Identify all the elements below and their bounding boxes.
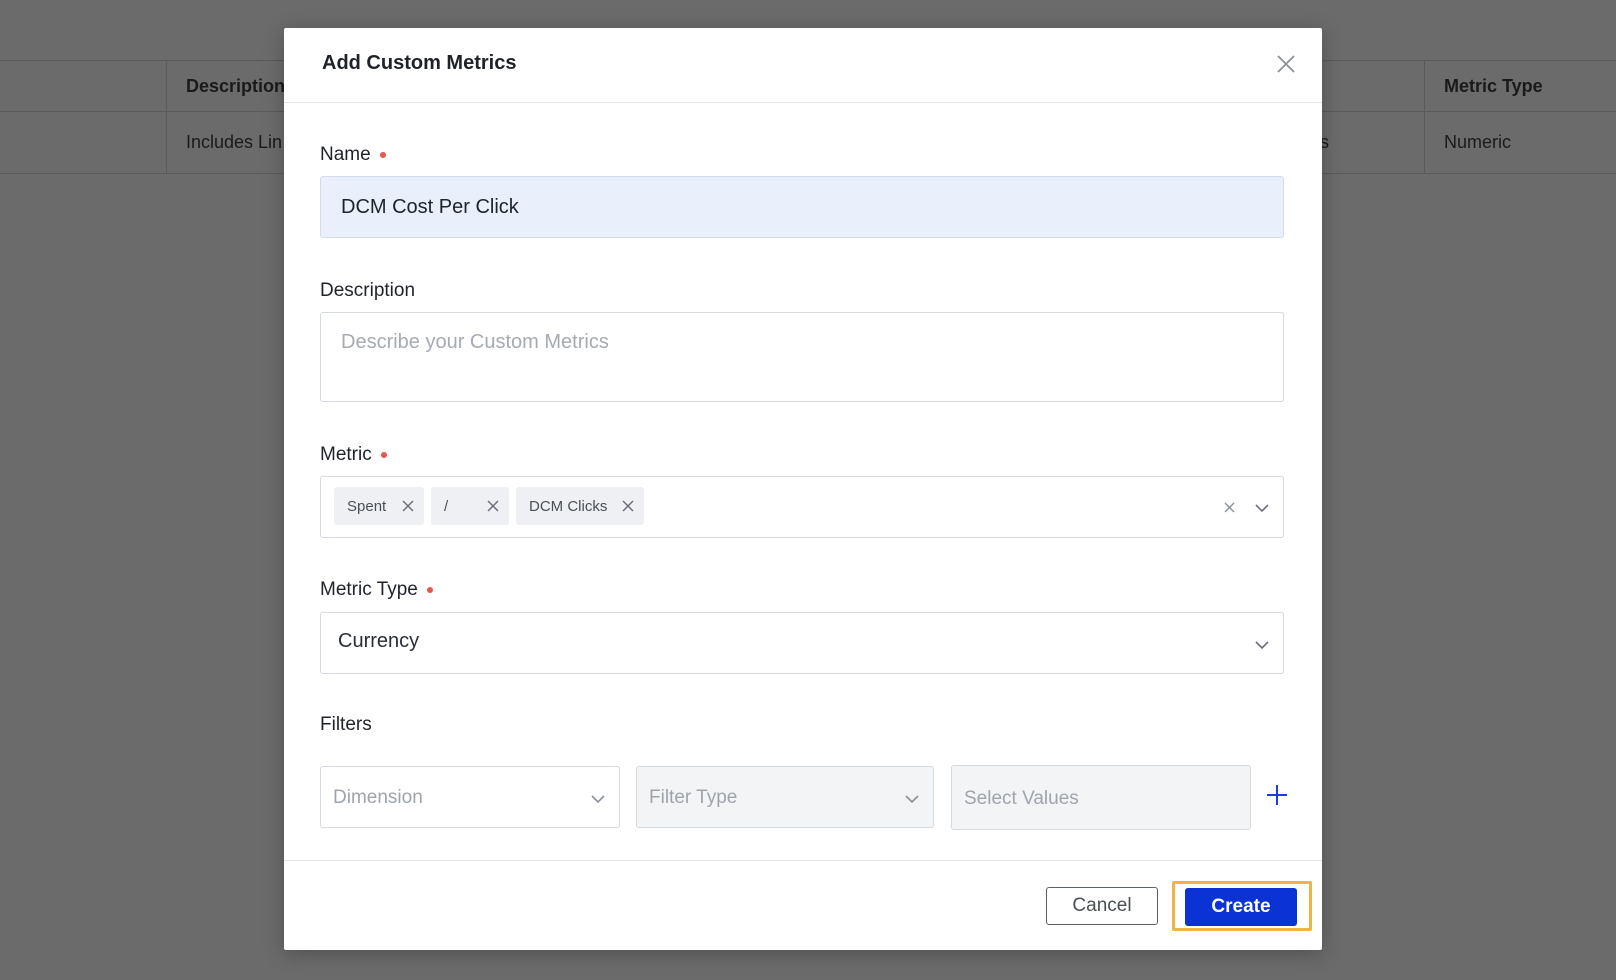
close-button[interactable] <box>1272 50 1300 78</box>
chip-remove-button[interactable] <box>402 500 414 512</box>
modal-title: Add Custom Metrics <box>322 52 517 74</box>
select-values-placeholder: Select Values <box>964 788 1079 809</box>
metric-label: Metric <box>320 444 387 466</box>
metric-chip: DCM Clicks <box>516 487 644 525</box>
chip-label: / <box>444 497 449 515</box>
add-custom-metrics-modal: Add Custom Metrics Name Description Metr… <box>284 28 1322 950</box>
description-input[interactable] <box>320 312 1284 402</box>
chip-remove-button[interactable] <box>622 500 634 512</box>
filter-type-placeholder: Filter Type <box>649 787 738 808</box>
metric-multiselect[interactable]: Spent / DCM Clicks <box>320 476 1284 538</box>
chip-label: DCM Clicks <box>529 497 608 515</box>
chevron-down-icon[interactable] <box>1255 504 1269 513</box>
clear-all-button[interactable] <box>1224 502 1235 513</box>
cell-description: Includes Lin <box>186 131 283 152</box>
description-label: Description <box>320 280 416 301</box>
modal-footer: Cancel Create <box>284 860 1322 951</box>
cell-metric-type: Numeric <box>1444 131 1512 152</box>
required-indicator <box>426 587 433 593</box>
column-divider <box>166 60 167 174</box>
metric-chip: Spent <box>334 487 424 525</box>
name-input[interactable] <box>320 176 1284 238</box>
cancel-button[interactable]: Cancel <box>1046 887 1158 925</box>
plus-icon <box>1267 785 1287 805</box>
required-indicator <box>379 152 386 158</box>
select-values-input[interactable]: Select Values <box>951 765 1251 830</box>
modal-header: Add Custom Metrics <box>284 28 1322 103</box>
chevron-down-icon <box>591 795 605 804</box>
close-icon <box>622 500 634 512</box>
chip-label: Spent <box>347 497 387 515</box>
metric-type-value: Currency <box>338 630 420 652</box>
filters-label: Filters <box>320 714 372 735</box>
cell-partial: s <box>1320 131 1329 152</box>
chip-remove-button[interactable] <box>487 500 499 512</box>
dimension-placeholder: Dimension <box>333 787 423 808</box>
header-metric-type: Metric Type <box>1444 75 1543 96</box>
metric-type-label: Metric Type <box>320 579 433 601</box>
close-icon <box>1224 502 1235 513</box>
chevron-down-icon <box>905 795 919 804</box>
metric-type-select[interactable]: Currency <box>320 612 1284 674</box>
close-icon <box>487 500 499 512</box>
add-filter-button[interactable] <box>1266 784 1288 806</box>
dimension-select[interactable]: Dimension <box>320 766 620 828</box>
header-description: Description <box>186 75 286 96</box>
chevron-down-icon <box>1255 641 1269 650</box>
required-indicator <box>380 452 387 458</box>
create-button-highlight: Create <box>1172 881 1312 931</box>
close-icon <box>1277 55 1295 73</box>
column-divider <box>1424 60 1425 174</box>
create-button[interactable]: Create <box>1185 888 1297 926</box>
filter-type-select[interactable]: Filter Type <box>636 766 934 828</box>
metric-chip: / <box>431 487 509 525</box>
name-label: Name <box>320 144 386 166</box>
close-icon <box>402 500 414 512</box>
